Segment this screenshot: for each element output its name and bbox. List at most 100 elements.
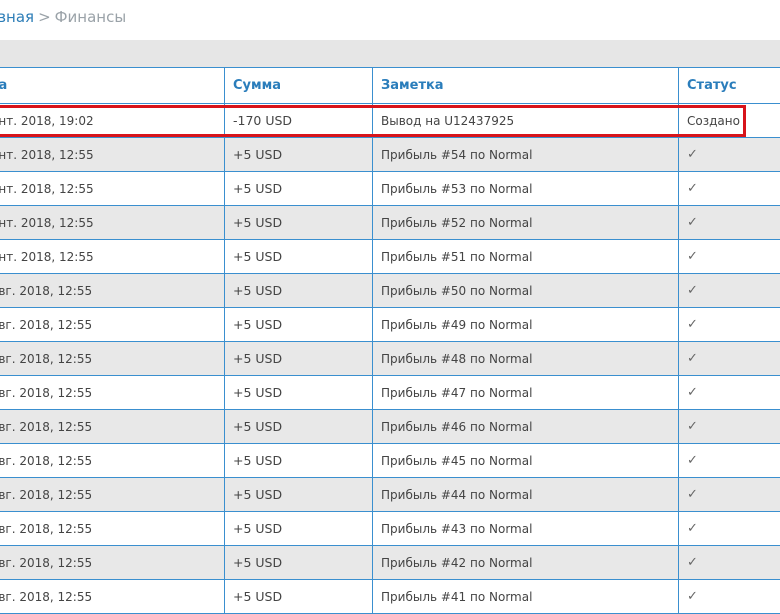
cell-sum: +5 USD <box>225 478 373 512</box>
breadcrumb: авная>Финансы <box>0 8 126 26</box>
checkmark-icon: ✓ <box>687 419 698 434</box>
cell-note-text: Прибыль #54 по Normal <box>381 148 532 162</box>
column-header-note[interactable]: Заметка <box>373 68 679 104</box>
cell-sum-text: +5 USD <box>233 555 282 570</box>
cell-sum-text: +5 USD <box>233 385 282 400</box>
cell-date: ент. 2018, 12:55 <box>0 240 225 274</box>
cell-status: ✓ <box>679 172 780 206</box>
table-header-row: та Сумма Заметка Статус <box>0 68 780 104</box>
cell-note: Прибыль #44 по Normal <box>373 478 679 512</box>
checkmark-icon: ✓ <box>687 215 698 230</box>
cell-note: Прибыль #46 по Normal <box>373 410 679 444</box>
cell-date-text: авг. 2018, 12:55 <box>0 386 92 400</box>
cell-status: ✓ <box>679 308 780 342</box>
cell-sum-text: +5 USD <box>233 215 282 230</box>
finance-table-container: та Сумма Заметка Статус ент. 2018, 19:02… <box>0 67 780 614</box>
cell-sum-text: +5 USD <box>233 181 282 196</box>
cell-sum-text: +5 USD <box>233 419 282 434</box>
cell-date-text: авг. 2018, 12:55 <box>0 522 92 536</box>
cell-sum: +5 USD <box>225 240 373 274</box>
checkmark-icon: ✓ <box>687 487 698 502</box>
cell-note-text: Прибыль #52 по Normal <box>381 216 532 230</box>
cell-note-text: Прибыль #46 по Normal <box>381 420 532 434</box>
cell-date: авг. 2018, 12:55 <box>0 376 225 410</box>
cell-date: авг. 2018, 12:55 <box>0 444 225 478</box>
cell-sum: +5 USD <box>225 376 373 410</box>
cell-sum: +5 USD <box>225 138 373 172</box>
table-row: ент. 2018, 19:02 -170 USD Вывод на U124379… <box>0 104 780 138</box>
cell-sum: +5 USD <box>225 546 373 580</box>
cell-status: ✓ <box>679 580 780 614</box>
cell-date: авг. 2018, 12:55 <box>0 274 225 308</box>
cell-date: авг. 2018, 12:55 <box>0 546 225 580</box>
cell-sum-text: +5 USD <box>233 589 282 604</box>
cell-sum: +5 USD <box>225 342 373 376</box>
finance-table: та Сумма Заметка Статус ент. 2018, 19:02… <box>0 67 780 614</box>
cell-date: авг. 2018, 12:55 <box>0 512 225 546</box>
checkmark-icon: ✓ <box>687 589 698 604</box>
cell-date-text: ент. 2018, 12:55 <box>0 148 94 162</box>
cell-note: Прибыль #41 по Normal <box>373 580 679 614</box>
cell-date-text: авг. 2018, 12:55 <box>0 488 92 502</box>
cell-note: Прибыль #51 по Normal <box>373 240 679 274</box>
cell-status: ✓ <box>679 444 780 478</box>
cell-date-text: ент. 2018, 12:55 <box>0 250 94 264</box>
cell-date: ент. 2018, 12:55 <box>0 206 225 240</box>
cell-note-text: Прибыль #42 по Normal <box>381 556 532 570</box>
breadcrumb-separator: > <box>38 8 51 26</box>
cell-sum-text: +5 USD <box>233 147 282 162</box>
breadcrumb-home-link[interactable]: авная <box>0 8 34 26</box>
cell-sum: +5 USD <box>225 274 373 308</box>
cell-date: авг. 2018, 12:55 <box>0 478 225 512</box>
table-row: авг. 2018, 12:55+5 USDПрибыль #41 по Nor… <box>0 580 780 614</box>
cell-note: Вывод на U12437925 <box>373 104 679 138</box>
cell-note: Прибыль #53 по Normal <box>373 172 679 206</box>
cell-note-text: Прибыль #44 по Normal <box>381 488 532 502</box>
cell-sum: +5 USD <box>225 172 373 206</box>
cell-status: ✓ <box>679 376 780 410</box>
checkmark-icon: ✓ <box>687 249 698 264</box>
cell-date-text: авг. 2018, 12:55 <box>0 454 92 468</box>
cell-date: ент. 2018, 12:55 <box>0 172 225 206</box>
cell-note-text: Прибыль #47 по Normal <box>381 386 532 400</box>
checkmark-icon: ✓ <box>687 181 698 196</box>
column-header-sum[interactable]: Сумма <box>225 68 373 104</box>
cell-sum-text: +5 USD <box>233 317 282 332</box>
cell-note-text: Прибыль #53 по Normal <box>381 182 532 196</box>
table-row: ент. 2018, 12:55 +5 USD Прибыль #53 по Nor… <box>0 172 780 206</box>
cell-status: ✓ <box>679 342 780 376</box>
cell-note-text: Прибыль #48 по Normal <box>381 352 532 366</box>
cell-date: ент. 2018, 19:02 <box>0 104 225 138</box>
cell-date-text: авг. 2018, 12:55 <box>0 284 92 298</box>
table-row: авг. 2018, 12:55 +5 USD Прибыль #48 по Nor… <box>0 342 780 376</box>
cell-sum-text: +5 USD <box>233 453 282 468</box>
table-row: авг. 2018, 12:55+5 USDПрибыль #49 по Nor… <box>0 308 780 342</box>
checkmark-icon: ✓ <box>687 283 698 298</box>
column-header-status[interactable]: Статус <box>679 68 780 104</box>
cell-sum: +5 USD <box>225 410 373 444</box>
checkmark-icon: ✓ <box>687 521 698 536</box>
table-row: авг. 2018, 12:55 +5 USD Прибыль #42 по Nor… <box>0 546 780 580</box>
cell-status: ✓ <box>679 138 780 172</box>
cell-sum-text: +5 USD <box>233 283 282 298</box>
cell-note: Прибыль #43 по Normal <box>373 512 679 546</box>
table-top-band <box>0 40 780 67</box>
cell-status: ✓ <box>679 240 780 274</box>
column-header-date[interactable]: та <box>0 68 225 104</box>
cell-note-text: Прибыль #45 по Normal <box>381 454 532 468</box>
cell-sum-text: -170 USD <box>233 113 292 128</box>
cell-date: ент. 2018, 12:55 <box>0 138 225 172</box>
cell-note-text: Вывод на U12437925 <box>381 114 514 128</box>
cell-date-text: авг. 2018, 12:55 <box>0 352 92 366</box>
cell-sum: +5 USD <box>225 512 373 546</box>
table-row: авг. 2018, 12:55 +5 USD Прибыль #46 по Nor… <box>0 410 780 444</box>
table-row: авг. 2018, 12:55 +5 USD Прибыль #44 по Nor… <box>0 478 780 512</box>
cell-status: ✓ <box>679 546 780 580</box>
checkmark-icon: ✓ <box>687 351 698 366</box>
checkmark-icon: ✓ <box>687 385 698 400</box>
cell-date-text: авг. 2018, 12:55 <box>0 420 92 434</box>
cell-note: Прибыль #45 по Normal <box>373 444 679 478</box>
cell-date-text: ент. 2018, 12:55 <box>0 216 94 230</box>
table-row: авг. 2018, 12:55+5 USDПрибыль #50 по Nor… <box>0 274 780 308</box>
cell-sum: +5 USD <box>225 206 373 240</box>
